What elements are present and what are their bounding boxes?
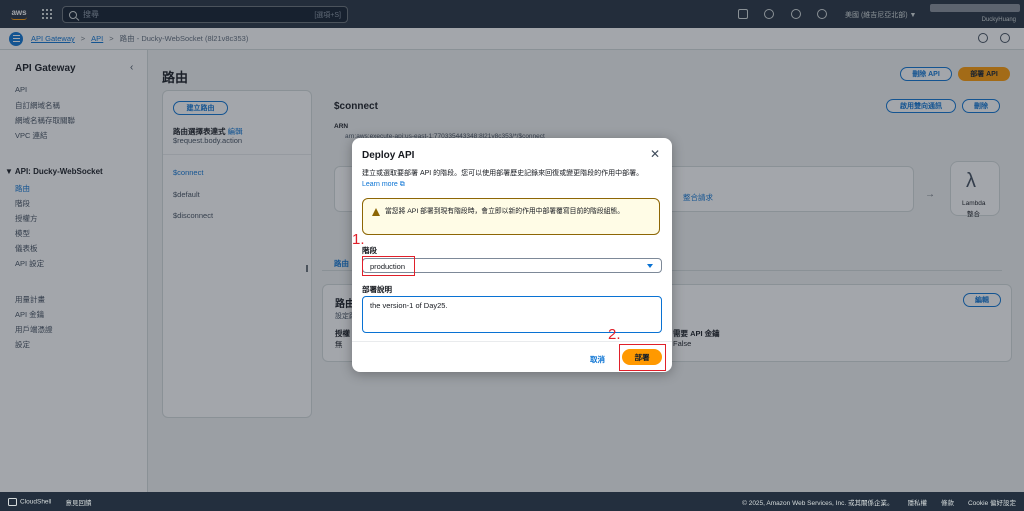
annotation-box-deploy: [619, 344, 666, 371]
warning-alert: 當您將 API 部署到現有階段時，會立即以新的作用中部署覆寫目前的階段組態。: [362, 198, 660, 235]
cancel-button[interactable]: 取消: [590, 354, 605, 365]
cloudshell-icon: [8, 497, 17, 506]
annotation-step-2: 2.: [608, 326, 621, 343]
modal-title: Deploy API: [362, 150, 415, 161]
cloudshell-label: CloudShell: [20, 498, 52, 506]
learn-more-text: Learn more: [362, 181, 398, 188]
deploy-api-modal: Deploy API ✕ 建立或選取要部署 API 的階段。您可以使用部署歷史記…: [352, 138, 672, 372]
external-link-icon: ⧉: [399, 181, 405, 188]
learn-more-link[interactable]: Learn more ⧉: [362, 181, 405, 188]
modal-description-block: 建立或選取要部署 API 的階段。您可以使用部署歷史記錄來回復或變更階段的作用中…: [362, 168, 662, 190]
copyright: © 2025, Amazon Web Services, Inc. 或其關係企業…: [742, 499, 894, 507]
caret-down-icon: [647, 264, 653, 268]
close-icon[interactable]: ✕: [650, 147, 660, 161]
cookie-preferences-link[interactable]: Cookie 偏好設定: [968, 497, 1016, 507]
warning-icon: [372, 208, 380, 216]
terms-link[interactable]: 條款: [941, 497, 954, 507]
footer: CloudShell 意見回饋 © 2025, Amazon Web Servi…: [0, 492, 1024, 511]
privacy-link[interactable]: 隱私權: [907, 497, 927, 507]
warning-text: 當您將 API 部署到現有階段時，會立即以新的作用中部署覆寫目前的階段組態。: [385, 208, 625, 215]
annotation-box-stage: [362, 256, 415, 276]
modal-footer-divider: [352, 341, 672, 342]
modal-description: 建立或選取要部署 API 的階段。您可以使用部署歷史記錄來回復或變更階段的作用中…: [362, 170, 644, 177]
annotation-step-1: 1.: [352, 231, 365, 248]
deployment-description-label: 部署說明: [362, 285, 392, 294]
cloudshell-link[interactable]: CloudShell: [8, 497, 52, 506]
feedback-link[interactable]: 意見回饋: [65, 497, 91, 507]
